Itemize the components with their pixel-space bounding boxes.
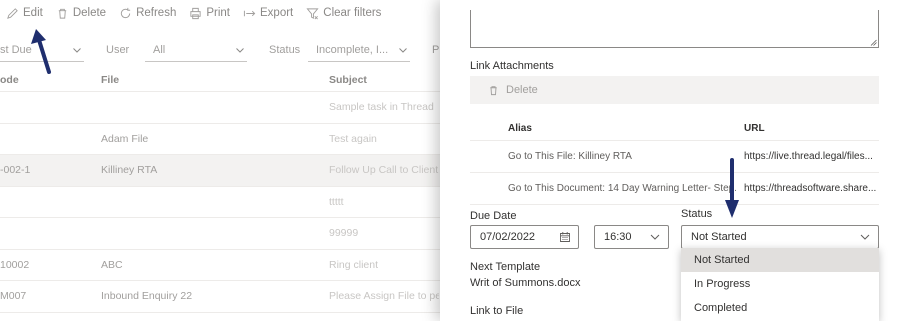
user-filter-dropdown[interactable]: All xyxy=(145,38,247,62)
table-row-selected[interactable]: -002-1 Killiney RTA Follow Up Call to Cl… xyxy=(0,155,440,187)
clear-filters-button-label: Clear filters xyxy=(323,7,382,19)
cell-file: Adam File xyxy=(101,132,149,145)
edit-button-label: Edit xyxy=(23,7,43,19)
status-dropdown[interactable]: Not Started xyxy=(681,225,879,249)
attachments-table: Alias URL Go to This File: Killiney RTA … xyxy=(470,117,879,205)
chevron-down-icon xyxy=(399,47,407,53)
refresh-icon xyxy=(120,7,131,18)
description-textarea[interactable] xyxy=(470,10,879,48)
table-row[interactable]: M007 Inbound Enquiry 22 Please Assign Fi… xyxy=(0,281,440,313)
chevron-down-icon xyxy=(860,234,870,240)
column-header-file[interactable]: File xyxy=(101,68,311,92)
pencil-icon xyxy=(7,7,18,19)
cell-alias: Go to This File: Killiney RTA xyxy=(508,151,632,162)
trash-icon xyxy=(58,8,67,19)
due-date-value: 07/02/2022 xyxy=(480,231,536,243)
cell-subject: Sample task in Thread xyxy=(329,101,434,113)
grid-header: ode File Subject xyxy=(0,68,440,92)
status-option-in-progress[interactable]: In Progress xyxy=(681,272,879,296)
cell-url[interactable]: https://threadsoftware.share... xyxy=(744,173,877,205)
status-filter-label: Status xyxy=(269,44,301,56)
cell-code: 10002 xyxy=(0,258,30,271)
next-template-value: Writ of Summons.docx xyxy=(470,277,581,289)
attachments-command-bar: Delete xyxy=(470,76,879,104)
status-filter-dropdown[interactable]: Incomplete, I... xyxy=(308,38,410,62)
attachments-table-header: Alias URL xyxy=(470,117,879,141)
cell-subject: Test again xyxy=(329,132,377,145)
delete-button-label: Delete xyxy=(72,7,107,19)
chevron-down-icon xyxy=(73,47,81,53)
due-date-picker[interactable]: 07/02/2022 xyxy=(470,225,579,249)
cell-subject: 99999 xyxy=(329,227,359,239)
clear-filters-button[interactable]: Clear filters xyxy=(306,7,381,20)
table-row[interactable]: Go to This File: Killiney RTA https://li… xyxy=(470,141,879,173)
table-row[interactable]: Sample task in Thread xyxy=(0,92,440,124)
cell-file: Inbound Enquiry 22 xyxy=(101,290,193,302)
cell-subject: ttttt xyxy=(329,195,344,208)
table-row[interactable]: Go to This Document: 14 Day Warning Lett… xyxy=(470,173,879,205)
delete-button[interactable]: Delete xyxy=(56,7,106,20)
edit-button[interactable]: Edit xyxy=(6,7,43,20)
status-filter-value: Incomplete, I... xyxy=(316,43,389,56)
status-dropdown-menu: Not Started In Progress Completed xyxy=(681,248,879,321)
chevron-down-icon xyxy=(236,47,244,53)
export-button[interactable]: Export xyxy=(243,7,293,20)
annotation-arrow-edit xyxy=(31,29,51,74)
annotation-arrow-status xyxy=(725,158,739,218)
table-row[interactable]: ttttt xyxy=(0,187,440,218)
due-date-label: Due Date xyxy=(470,210,517,222)
table-row[interactable]: 99999 xyxy=(0,218,440,250)
print-button[interactable]: Print xyxy=(189,7,230,20)
attachments-delete-button[interactable]: Delete xyxy=(506,84,538,96)
cell-alias: Go to This Document: 14 Day Warning Lett… xyxy=(508,183,736,194)
cell-url[interactable]: https://live.thread.legal/files... xyxy=(744,141,877,173)
cell-file: ABC xyxy=(101,258,123,271)
export-arrow-icon xyxy=(243,10,256,16)
link-attachments-label: Link Attachments xyxy=(470,60,554,72)
table-row[interactable]: 10002 ABC Ring client xyxy=(0,250,440,281)
chevron-down-icon xyxy=(650,234,660,240)
due-time-dropdown[interactable]: 16:30 xyxy=(594,225,669,249)
cell-subject: Please Assign File to per... xyxy=(329,290,439,302)
print-button-label: Print xyxy=(206,7,231,19)
status-option-completed[interactable]: Completed xyxy=(681,296,879,320)
status-label: Status xyxy=(681,208,713,220)
cell-file: Killiney RTA xyxy=(101,164,158,176)
cell-code: M007 xyxy=(0,290,27,302)
link-to-file-label: Link to File xyxy=(470,305,524,317)
status-option-not-started[interactable]: Not Started xyxy=(681,248,879,272)
printer-icon xyxy=(190,7,201,19)
column-header-subject[interactable]: Subject xyxy=(329,68,439,92)
calendar-icon[interactable] xyxy=(559,231,571,243)
resize-grip-icon[interactable] xyxy=(870,39,877,46)
table-row[interactable]: Adam File Test again xyxy=(0,124,440,155)
command-bar: Edit Delete Refresh Print Export Clear f… xyxy=(0,0,440,26)
task-grid: ode File Subject Sample task in Thread A… xyxy=(0,68,440,313)
due-time-value: 16:30 xyxy=(604,231,632,243)
column-header-url[interactable]: URL xyxy=(744,117,877,141)
cell-code: -002-1 xyxy=(0,164,31,176)
filter-clear-icon xyxy=(306,7,319,19)
column-header-alias[interactable]: Alias xyxy=(508,117,736,141)
task-edit-panel: Link Attachments Delete Alias URL Go to … xyxy=(440,0,898,321)
user-filter-value: All xyxy=(153,43,166,56)
filter-bar: st Due User All Status Incomplete, I... … xyxy=(0,38,443,62)
cell-subject: Follow Up Call to Client xyxy=(329,164,439,176)
refresh-button[interactable]: Refresh xyxy=(119,7,176,20)
status-dropdown-value: Not Started xyxy=(691,231,747,243)
cell-subject: Ring client xyxy=(329,258,379,271)
next-template-label: Next Template xyxy=(470,261,541,273)
trash-icon xyxy=(490,85,497,95)
user-filter-label: User xyxy=(106,44,130,56)
export-button-label: Export xyxy=(260,7,294,19)
refresh-button-label: Refresh xyxy=(136,7,177,19)
